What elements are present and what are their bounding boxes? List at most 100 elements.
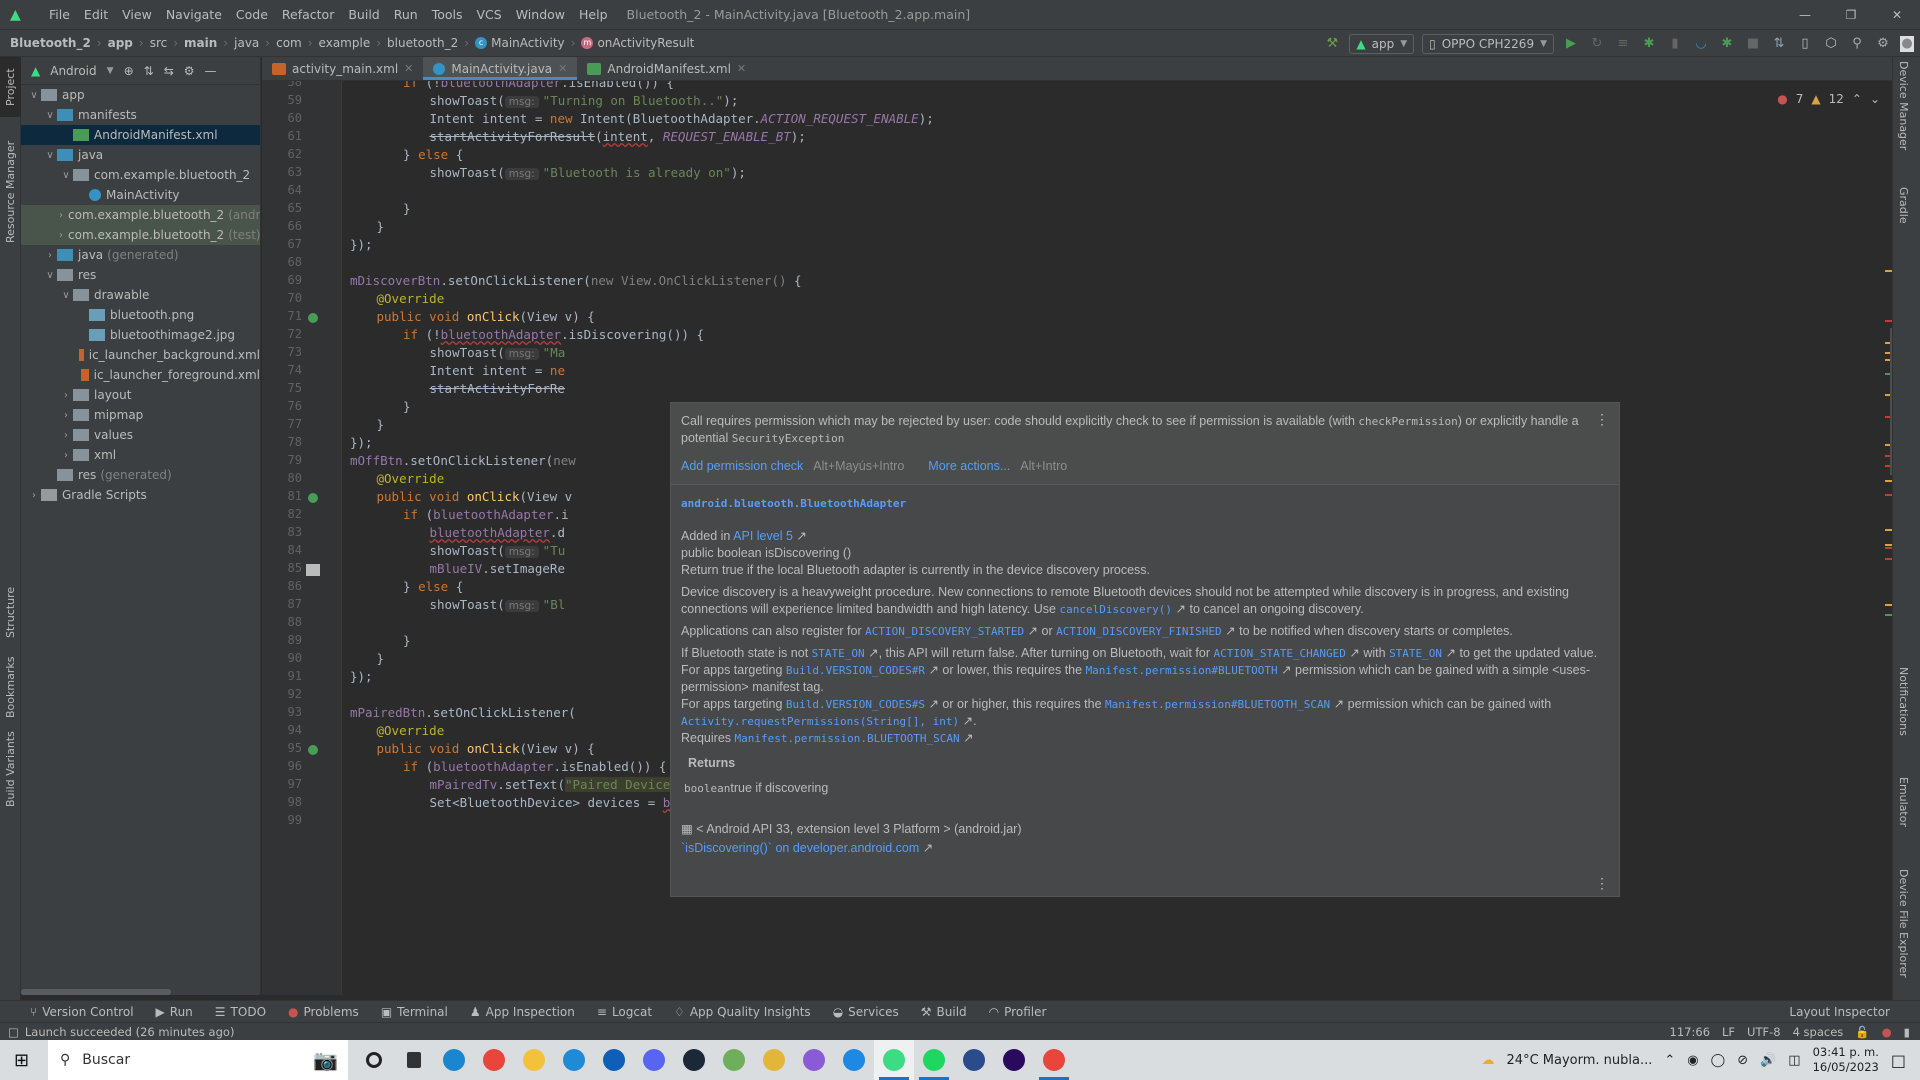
discovery-started-link[interactable]: ACTION_DISCOVERY_STARTED (865, 625, 1024, 638)
tool-window-run[interactable]: ▶ Run (156, 1005, 193, 1019)
code-line[interactable]: mOffBtn.setOnClickListener(new (350, 453, 576, 468)
code-line[interactable]: showToast(msg: "Turning on Bluetooth.."); (430, 93, 738, 108)
breadcrumb-item[interactable]: app (108, 36, 133, 50)
breadcrumb-item[interactable]: com (276, 36, 302, 50)
code-line[interactable]: mBlueIV.setImageRe (430, 561, 565, 576)
version-codes-r-link[interactable]: Build.VERSION_CODES#R (786, 664, 925, 677)
code-line[interactable]: public void onClick(View v) { (377, 741, 595, 756)
state-changed-link[interactable]: ACTION_STATE_CHANGED (1213, 647, 1345, 660)
taskbar-app-hs-app[interactable] (714, 1040, 754, 1080)
tool-window-logcat[interactable]: ≡ Logcat (597, 1005, 652, 1019)
chevron-right-icon[interactable]: › (43, 250, 57, 261)
chevron-down-icon[interactable]: ∨ (43, 270, 57, 281)
state-on-link[interactable]: STATE_ON (1389, 647, 1442, 660)
tool-window-terminal[interactable]: ▣ Terminal (381, 1005, 448, 1019)
editor-tab[interactable]: activity_main.xml ✕ (262, 57, 423, 80)
code-line[interactable]: @Override (377, 471, 445, 486)
maximize-button[interactable]: ❐ (1828, 0, 1874, 29)
tool-tab-notifications[interactable]: Notifications (1897, 667, 1910, 736)
tool-window-app-quality-insights[interactable]: ♢ App Quality Insights (674, 1005, 811, 1019)
code-line[interactable]: @Override (377, 723, 445, 738)
chevron-down-icon[interactable]: ∨ (43, 150, 57, 161)
breadcrumb-item[interactable]: Bluetooth_2 (10, 36, 91, 50)
volume-icon[interactable]: 🔊 (1760, 1053, 1776, 1068)
project-view-select[interactable]: Android (50, 64, 96, 78)
record-icon[interactable]: ◉ (1687, 1053, 1698, 1068)
close-tab-icon[interactable]: ✕ (558, 62, 567, 75)
previous-highlight-icon[interactable]: ⌃ (1852, 92, 1862, 106)
taskbar-app-steam[interactable] (674, 1040, 714, 1080)
code-line[interactable]: } (377, 219, 385, 234)
code-line[interactable]: } (377, 651, 385, 666)
tree-item[interactable]: ∨ com.example.bluetooth_2 (21, 165, 260, 185)
expand-all-icon[interactable]: ⇅ (144, 64, 154, 78)
status-toggle-icon[interactable]: □ (8, 1025, 19, 1039)
tree-item[interactable]: bluetooth.png (21, 305, 260, 325)
tree-item[interactable]: bluetoothimage2.jpg (21, 325, 260, 345)
settings-gear-icon[interactable]: ⚙ (1874, 35, 1892, 53)
code-line[interactable]: } else { (403, 579, 463, 594)
code-line[interactable]: public void onClick(View v (377, 489, 573, 504)
menu-tools[interactable]: Tools (425, 7, 470, 22)
taskbar-app-task-view[interactable] (394, 1040, 434, 1080)
tool-window-app-inspection[interactable]: ♟ App Inspection (470, 1005, 575, 1019)
code-line[interactable]: bluetoothAdapter.d (430, 525, 565, 540)
editor-tab[interactable]: MainActivity.java ✕ (423, 57, 578, 80)
layout-inspector-button[interactable]: Layout Inspector (1789, 1005, 1890, 1019)
taskbar-app-chrome[interactable] (474, 1040, 514, 1080)
code-line[interactable]: }); (350, 435, 373, 450)
apply-changes-restart-icon[interactable]: ↻ (1588, 35, 1606, 53)
minimize-button[interactable]: — (1782, 0, 1828, 29)
implements-method-gutter-icon[interactable] (308, 313, 318, 323)
taskbar-app-chrome-profile[interactable] (1034, 1040, 1074, 1080)
permission-bluetooth-scan-link[interactable]: Manifest.permission#BLUETOOTH_SCAN (1105, 698, 1330, 711)
locate-file-icon[interactable]: ⊕ (124, 64, 134, 78)
code-line[interactable]: } (403, 633, 411, 648)
make-project-hammer-icon[interactable]: ⚒ (1323, 35, 1341, 53)
code-line[interactable]: }); (350, 237, 373, 252)
version-codes-s-link[interactable]: Build.VERSION_CODES#S (786, 698, 925, 711)
tree-item[interactable]: AndroidManifest.xml (21, 125, 260, 145)
more-options-icon[interactable]: ⋮ (1595, 875, 1609, 892)
code-line[interactable]: showToast(msg: "Ma (430, 345, 565, 360)
tree-item[interactable]: › java (generated) (21, 245, 260, 265)
sdk-manager-icon[interactable]: ⬡ (1822, 35, 1840, 53)
webcam-icon[interactable]: ◯ (1711, 1053, 1726, 1068)
code-line[interactable]: public void onClick(View v) { (377, 309, 595, 324)
image-resource-gutter-icon[interactable] (306, 564, 320, 576)
taskbar-app-dev-tool[interactable] (754, 1040, 794, 1080)
menu-file[interactable]: File (42, 7, 77, 22)
profile-icon[interactable]: ◡ (1692, 35, 1710, 53)
tree-item[interactable]: ∨ res (21, 265, 260, 285)
code-line[interactable]: mPairedTv.setText("Paired Devices"); (430, 777, 700, 792)
debug-icon[interactable]: ✱ (1640, 35, 1658, 53)
tree-item[interactable]: › com.example.bluetooth_2(androidTest) (21, 205, 260, 225)
taskbar-app-vscode[interactable] (834, 1040, 874, 1080)
tool-tab-structure[interactable]: Structure (0, 577, 21, 647)
account-avatar-icon[interactable]: ● (1900, 35, 1914, 52)
tool-tab-device-file-explorer[interactable]: Device File Explorer (1897, 869, 1910, 978)
tool-window-todo[interactable]: ☰ TODO (215, 1005, 266, 1019)
code-line[interactable]: } (403, 201, 411, 216)
tool-window-profiler[interactable]: ◠ Profiler (989, 1005, 1047, 1019)
tree-item[interactable]: › mipmap (21, 405, 260, 425)
more-options-icon[interactable]: ⋮ (1595, 411, 1609, 428)
taskbar-app-store[interactable] (594, 1040, 634, 1080)
horizontal-scrollbar[interactable] (21, 989, 171, 995)
request-permissions-link[interactable]: Activity.requestPermissions(String[], in… (681, 715, 959, 728)
error-indicator-icon[interactable]: ● (1882, 1025, 1892, 1039)
tool-tab-build-variants[interactable]: Build Variants (0, 727, 21, 812)
code-line[interactable]: Intent intent = new Intent(BluetoothAdap… (430, 111, 934, 126)
close-window-button[interactable]: ✕ (1874, 0, 1920, 29)
run-coverage-icon[interactable]: ▮ (1666, 35, 1684, 53)
chevron-right-icon[interactable]: › (59, 410, 73, 421)
tree-item[interactable]: ∨ drawable (21, 285, 260, 305)
code-line[interactable]: showToast(msg: "Bluetooth is already on")… (430, 165, 746, 180)
tool-tab-emulator[interactable]: Emulator (1897, 777, 1910, 827)
tree-item[interactable]: › com.example.bluetooth_2 (test) (21, 225, 260, 245)
cancel-discovery-link[interactable]: cancelDiscovery() (1059, 603, 1172, 616)
run-icon[interactable]: ▶ (1562, 35, 1580, 53)
taskbar-app-mail[interactable] (554, 1040, 594, 1080)
network-icon[interactable]: ⊘ (1737, 1053, 1748, 1068)
weather-label[interactable]: 24°C Mayorm. nubla... (1507, 1053, 1653, 1068)
